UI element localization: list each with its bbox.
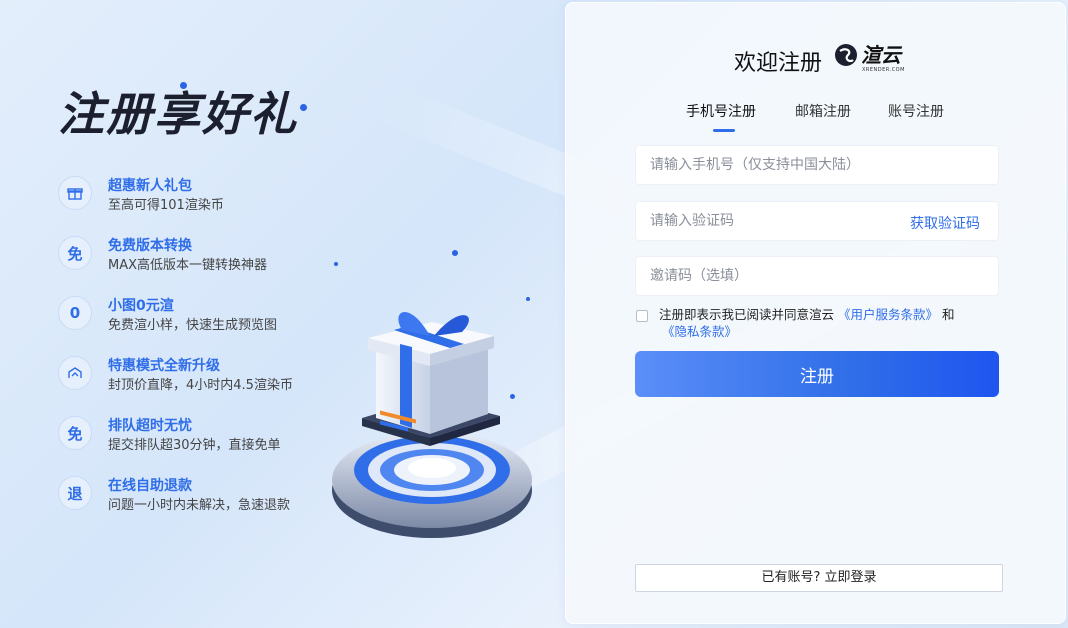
brand-name: 渲云 — [861, 43, 901, 67]
free-icon: 免 — [58, 236, 92, 270]
invite-field — [635, 256, 999, 296]
benefit-item: 0 小图0元渲 免费渲小样，快速生成预览图 — [58, 292, 328, 336]
get-code-button[interactable]: 获取验证码 — [910, 213, 980, 233]
benefit-item: 免 免费版本转换 MAX高低版本一键转换神器 — [58, 232, 328, 276]
phone-input[interactable] — [636, 146, 998, 184]
gift-illustration — [330, 300, 540, 545]
login-link[interactable]: 已有账号? 立即登录 — [635, 564, 1003, 592]
code-field: 获取验证码 — [635, 201, 999, 241]
brand-logo-icon — [835, 44, 857, 66]
decor-dot — [452, 250, 458, 256]
benefit-title: 排队超时无忧 — [108, 418, 192, 434]
free-icon: 免 — [58, 416, 92, 450]
benefit-item: 超惠新人礼包 至高可得101渲染币 — [58, 172, 328, 216]
benefit-item: 退 在线自助退款 问题一小时内未解决，急速退款 — [58, 472, 328, 516]
card-title: 欢迎注册 — [734, 51, 823, 76]
invite-input[interactable] — [636, 257, 998, 295]
phone-field — [635, 145, 999, 185]
gift-icon — [58, 176, 92, 210]
privacy-link[interactable]: 《隐私条款》 — [662, 324, 737, 340]
benefit-item: 免 排队超时无忧 提交排队超30分钟，直接免单 — [58, 412, 328, 456]
brand: 渲云 XRENDER.COM — [834, 43, 904, 73]
brand-sub: XRENDER.COM — [862, 67, 905, 73]
benefit-desc: 免费渲小样，快速生成预览图 — [108, 318, 278, 333]
active-tab-indicator — [713, 129, 735, 132]
benefit-item: 特惠模式全新升级 封顶价直降，4小时内4.5渲染币 — [58, 352, 328, 396]
benefit-desc: MAX高低版本一键转换神器 — [108, 258, 268, 273]
benefit-title: 特惠模式全新升级 — [108, 358, 220, 374]
and-text: 和 — [942, 307, 955, 322]
benefit-title: 在线自助退款 — [108, 478, 192, 494]
agreement-text: 注册即表示我已阅读并同意渲云 — [659, 307, 835, 322]
tab-phone[interactable]: 手机号注册 — [686, 101, 756, 121]
benefit-title: 超惠新人礼包 — [108, 178, 192, 194]
tab-email[interactable]: 邮箱注册 — [795, 101, 851, 121]
agree-checkbox[interactable] — [636, 310, 648, 322]
benefit-desc: 提交排队超30分钟，直接免单 — [108, 438, 281, 453]
promo-title: 注册享好礼 — [58, 87, 298, 141]
benefit-title: 小图0元渲 — [108, 298, 174, 314]
terms-link[interactable]: 《用户服务条款》 — [838, 307, 938, 322]
register-button[interactable]: 注册 — [635, 351, 999, 397]
zero-icon: 0 — [58, 296, 92, 330]
register-tabs: 手机号注册 邮箱注册 账号注册 — [686, 101, 951, 133]
tab-account[interactable]: 账号注册 — [888, 101, 944, 121]
decor-dot — [300, 104, 307, 111]
benefit-desc: 问题一小时内未解决，急速退款 — [108, 498, 291, 513]
refund-icon: 退 — [58, 476, 92, 510]
register-card: 欢迎注册 渲云 XRENDER.COM 手机号注册 邮箱注册 账号注册 获取验证… — [565, 2, 1066, 624]
decor-dot — [334, 262, 338, 266]
benefit-desc: 封顶价直降，4小时内4.5渲染币 — [108, 378, 293, 393]
agreement-text-line: 注册即表示我已阅读并同意渲云 《用户服务条款》 和 — [659, 307, 955, 323]
upgrade-icon — [58, 356, 92, 390]
benefit-desc: 至高可得101渲染币 — [108, 198, 224, 213]
benefit-title: 免费版本转换 — [108, 238, 192, 254]
decor-dot — [180, 82, 187, 89]
